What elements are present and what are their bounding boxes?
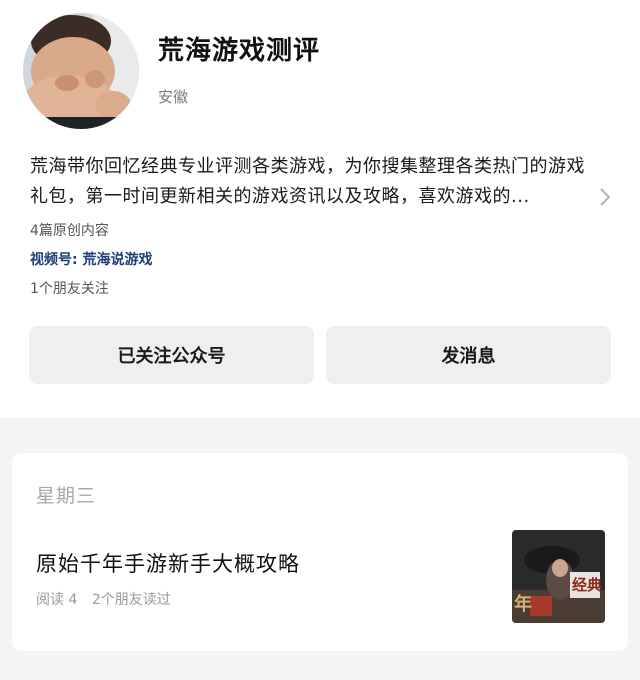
article-list-card: 星期三 原始千年手游新手大概攻略 阅读 4 2个朋友读过 经典 年 (12, 453, 628, 651)
avatar[interactable] (23, 13, 139, 129)
account-description[interactable]: 荒海带你回忆经典专业评测各类游戏，为你搜集整理各类热门的游戏礼包，第一时间更新相… (30, 152, 600, 212)
chevron-right-icon[interactable] (598, 186, 612, 208)
avatar-image (23, 13, 139, 129)
account-location: 安徽 (158, 88, 189, 106)
send-message-button[interactable]: 发消息 (326, 326, 611, 384)
account-name: 荒海游戏测评 (158, 36, 321, 66)
original-content-count[interactable]: 4篇原创内容 (30, 220, 109, 240)
article-day-label: 星期三 (36, 485, 97, 507)
profile-header: 荒海游戏测评 安徽 荒海带你回忆经典专业评测各类游戏，为你搜集整理各类热门的游戏… (0, 0, 640, 418)
thumbnail-text-year: 年 (514, 593, 532, 615)
article-title[interactable]: 原始千年手游新手大概攻略 (36, 548, 300, 578)
article-friends-read: 2个朋友读过 (91, 592, 171, 608)
friends-following[interactable]: 1个朋友关注 (30, 278, 109, 298)
article-read-count: 阅读 4 (36, 592, 78, 608)
article-stats: 阅读 4 2个朋友读过 (36, 589, 171, 609)
article-thumbnail[interactable]: 经典 年 (512, 530, 605, 623)
thumbnail-text: 经典 (572, 576, 602, 594)
video-account-link[interactable]: 视频号: 荒海说游戏 (30, 249, 152, 269)
followed-button[interactable]: 已关注公众号 (29, 326, 314, 384)
article-thumbnail-image: 经典 年 (512, 530, 605, 623)
